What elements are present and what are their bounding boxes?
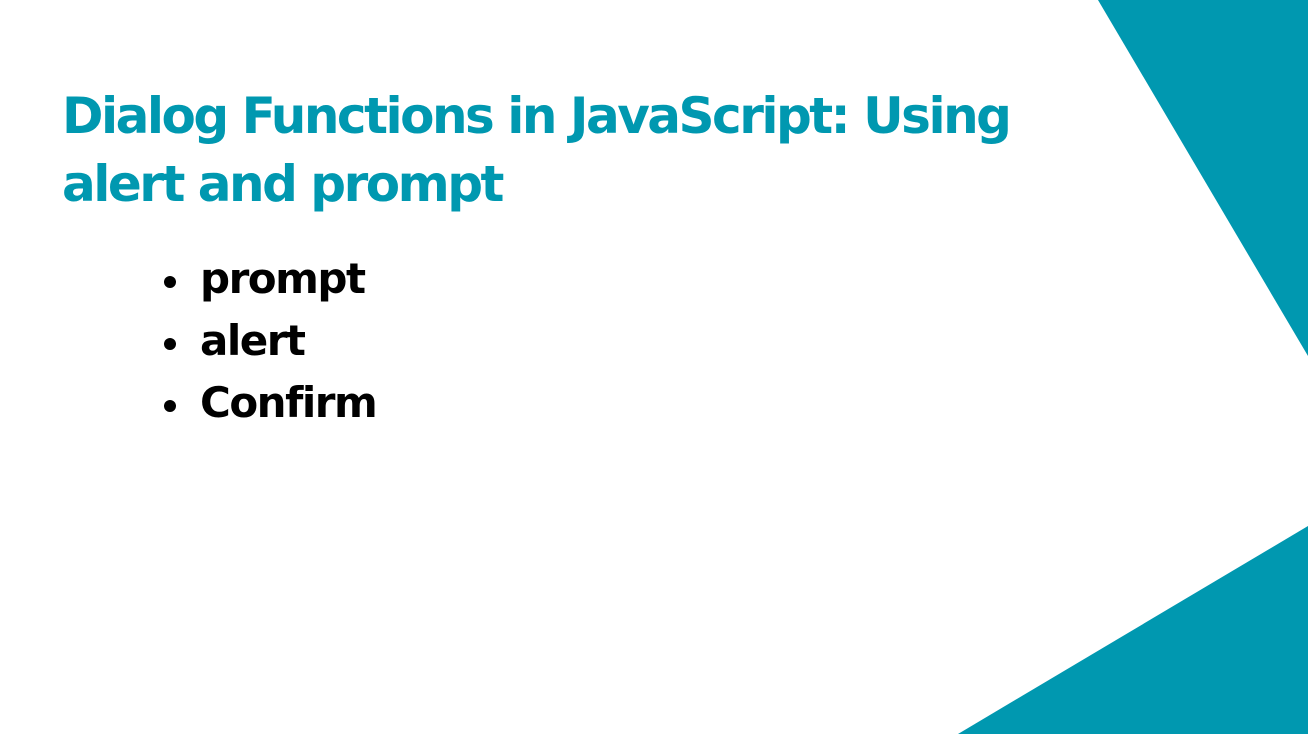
slide: Dialog Functions in JavaScript: Using al… bbox=[0, 0, 1308, 734]
bullet-list: prompt alert Confirm bbox=[164, 248, 378, 434]
bullet-dot-icon bbox=[164, 400, 176, 412]
bullet-item: Confirm bbox=[164, 372, 378, 434]
bullet-text: Confirm bbox=[200, 378, 378, 427]
bullet-text: alert bbox=[200, 316, 306, 365]
slide-title: Dialog Functions in JavaScript: Using al… bbox=[62, 82, 1022, 218]
bottom-right-accent-triangle bbox=[958, 526, 1308, 734]
bullet-dot-icon bbox=[164, 276, 176, 288]
bullet-item: alert bbox=[164, 310, 376, 372]
slide-title-line-2: alert and prompt bbox=[62, 155, 504, 213]
bullet-item: prompt bbox=[164, 248, 376, 310]
bullet-dot-icon bbox=[164, 338, 176, 350]
slide-title-line-1: Dialog Functions in JavaScript: Using bbox=[62, 87, 1012, 145]
top-right-accent-triangle bbox=[1098, 0, 1308, 356]
bullet-text: prompt bbox=[200, 254, 366, 303]
